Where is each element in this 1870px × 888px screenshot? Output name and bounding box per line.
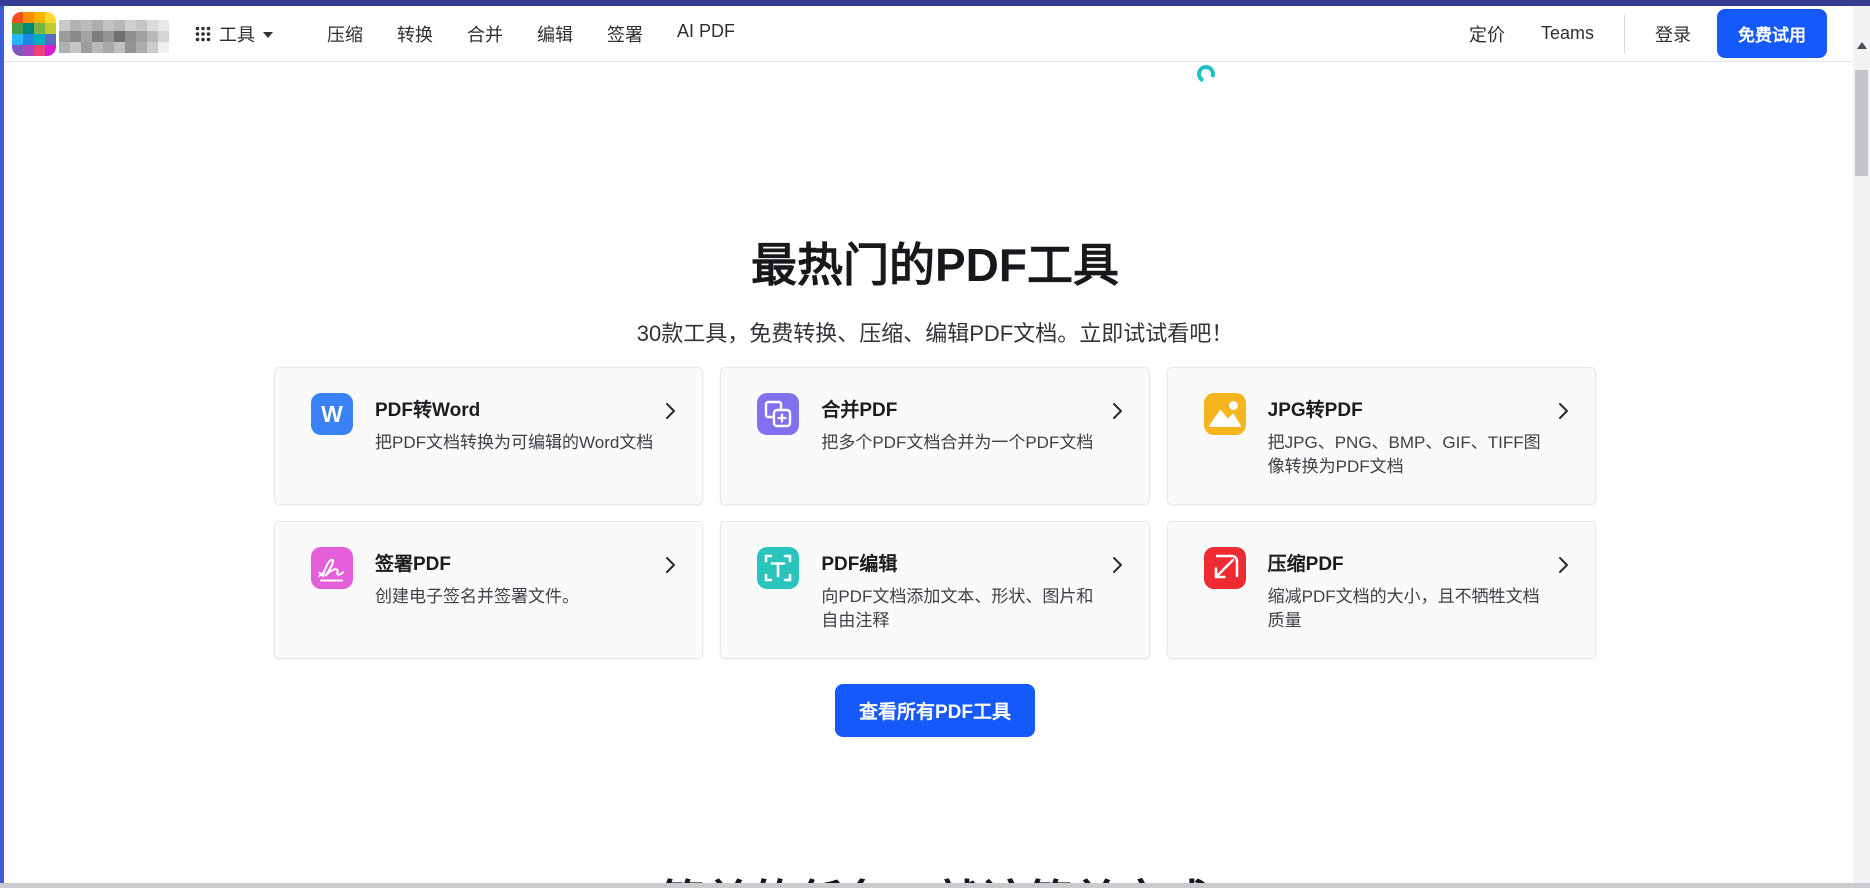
chevron-right-icon — [665, 402, 676, 425]
brand-logo[interactable] — [12, 12, 169, 56]
svg-text:W: W — [321, 401, 343, 427]
chevron-right-icon — [665, 556, 676, 579]
merge-icon — [757, 393, 799, 435]
tool-card-title: PDF转Word — [375, 395, 665, 422]
grid-icon — [195, 26, 211, 42]
word-icon: W — [311, 393, 353, 435]
tool-card-description: 缩减PDF文档的大小，且不牺牲文档质量 — [1268, 585, 1556, 633]
nav-link[interactable]: 压缩 — [327, 21, 363, 47]
brand-wordmark-pixelated — [59, 20, 169, 53]
login-link[interactable]: 登录 — [1655, 21, 1691, 47]
free-trial-button[interactable]: 免费试用 — [1717, 9, 1827, 58]
image-icon — [1204, 393, 1246, 435]
tool-card[interactable]: JPG转PDF 把JPG、PNG、BMP、GIF、TIFF图像转换为PDF文档 — [1167, 367, 1596, 505]
scrollbar-thumb[interactable] — [1855, 70, 1868, 176]
tools-grid: W PDF转Word 把PDF文档转换为可编辑的Word文档 合并PDF 把多个PDF文… — [274, 367, 1596, 659]
nav-link[interactable]: 编辑 — [537, 21, 573, 47]
signature-icon — [311, 547, 353, 589]
tool-card-title: 压缩PDF — [1268, 549, 1558, 576]
brand-logo-icon — [12, 12, 56, 56]
page-title: 最热门的PDF工具 — [0, 238, 1870, 293]
tool-card-description: 向PDF文档添加文本、形状、图片和自由注释 — [821, 585, 1109, 633]
tools-menu-label: 工具 — [219, 21, 255, 47]
main-content: 最热门的PDF工具 30款工具，免费转换、压缩、编辑PDF文档。立即试试看吧！ … — [0, 0, 1870, 888]
view-all-pdf-tools-button[interactable]: 查看所有PDF工具 — [835, 684, 1035, 737]
window-left-border — [0, 6, 4, 883]
nav-link[interactable]: 转换 — [397, 21, 433, 47]
compress-icon — [1204, 547, 1246, 589]
nav-pricing-link[interactable]: 定价 — [1469, 21, 1505, 47]
nav-divider — [1624, 15, 1625, 53]
tool-card-title: 合并PDF — [821, 395, 1111, 422]
nav-link[interactable]: 签署 — [607, 21, 643, 47]
tool-card-description: 把PDF文档转换为可编辑的Word文档 — [375, 431, 663, 455]
nav-teams-link[interactable]: Teams — [1541, 23, 1594, 44]
tool-card-description: 创建电子签名并签署文件。 — [375, 585, 663, 609]
top-navbar: 工具 压缩 转换 合并 编辑 签署 AI PDF 定价 Teams 登录 免费试用 — [4, 6, 1853, 62]
page-subtitle: 30款工具，免费转换、压缩、编辑PDF文档。立即试试看吧！ — [0, 318, 1870, 349]
chevron-down-icon — [263, 32, 273, 38]
tool-card-title: 签署PDF — [375, 549, 665, 576]
nav-link[interactable]: AI PDF — [677, 21, 735, 47]
tools-menu[interactable]: 工具 — [195, 21, 273, 47]
scroll-up-icon[interactable] — [1857, 42, 1867, 49]
tool-card-description: 把多个PDF文档合并为一个PDF文档 — [821, 431, 1109, 455]
chevron-right-icon — [1558, 402, 1569, 425]
tool-card[interactable]: PDF编辑向PDF文档添加文本、形状、图片和自由注释 — [720, 521, 1149, 659]
tool-card[interactable]: W PDF转Word 把PDF文档转换为可编辑的Word文档 — [274, 367, 703, 505]
edit-text-icon — [757, 547, 799, 589]
tool-card[interactable]: 签署PDF 创建电子签名并签署文件。 — [274, 521, 703, 659]
vertical-scrollbar[interactable] — [1853, 6, 1870, 883]
nav-link[interactable]: 合并 — [467, 21, 503, 47]
navbar-right: 定价 Teams 登录 免费试用 — [1469, 9, 1827, 58]
tool-card-description: 把JPG、PNG、BMP、GIF、TIFF图像转换为PDF文档 — [1268, 431, 1556, 479]
chevron-right-icon — [1558, 556, 1569, 579]
window-top-border — [0, 0, 1870, 6]
tool-card[interactable]: 压缩PDF 缩减PDF文档的大小，且不牺牲文档质量 — [1167, 521, 1596, 659]
tool-card-title: PDF编辑 — [821, 549, 1111, 576]
chevron-right-icon — [1112, 402, 1123, 425]
nav-links: 压缩 转换 合并 编辑 签署 AI PDF — [327, 21, 735, 47]
tool-card[interactable]: 合并PDF 把多个PDF文档合并为一个PDF文档 — [720, 367, 1149, 505]
tool-card-title: JPG转PDF — [1268, 395, 1558, 422]
chevron-right-icon — [1112, 556, 1123, 579]
window-bottom-edge — [0, 883, 1870, 888]
